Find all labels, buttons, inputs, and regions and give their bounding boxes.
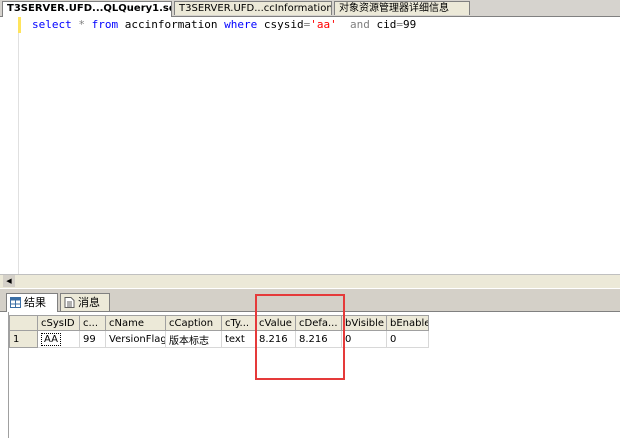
column-cid: cid [369, 18, 397, 31]
cell-benable[interactable]: 0 [386, 330, 429, 348]
column-header-benable[interactable]: bEnable [386, 315, 429, 331]
cell-ccaption[interactable]: 版本标志 [165, 330, 222, 348]
tab-results[interactable]: 结果 [6, 293, 58, 312]
table-row[interactable]: 1 AA 99 VersionFlag 版本标志 text 8.216 8.21… [9, 330, 429, 348]
column-header-csysid[interactable]: cSysID [37, 315, 80, 331]
horizontal-scrollbar[interactable] [0, 274, 620, 288]
column-header-bvisible[interactable]: bVisible [341, 315, 387, 331]
column-header-ccaption[interactable]: cCaption [165, 315, 222, 331]
cell-cname[interactable]: VersionFlag [105, 330, 166, 348]
keyword-and: and [349, 18, 370, 31]
change-indicator [18, 17, 21, 33]
sql-editor[interactable] [0, 17, 620, 274]
tab-object-explorer-details[interactable]: 对象资源管理器详细信息 [334, 1, 470, 15]
tab-messages[interactable]: 消息 [60, 293, 110, 311]
operator-equals-2: = [396, 18, 403, 31]
string-literal: 'aa' [310, 18, 337, 31]
tab-query-sql[interactable]: T3SERVER.UFD...QLQuery1.sql* [2, 1, 172, 17]
scroll-left-arrow-icon[interactable]: ◀ [3, 275, 15, 287]
results-grid: cSysID c... cName cCaption cTy... cValue… [9, 315, 429, 348]
keyword-from: from [91, 18, 119, 31]
selected-cell-value: AA [41, 332, 61, 346]
tab-messages-label: 消息 [78, 296, 100, 309]
tab-results-label: 结果 [24, 296, 46, 309]
keyword-select: select [32, 18, 72, 31]
highlight-box [255, 294, 345, 380]
tab-accinformation[interactable]: T3SERVER.UFD...ccInformation [174, 1, 332, 15]
grid-icon [10, 296, 21, 308]
keyword-where: where [224, 18, 258, 31]
cell-ctype[interactable]: text [221, 330, 256, 348]
operator-star: * [71, 18, 92, 31]
column-header-cid[interactable]: c... [79, 315, 106, 331]
editor-gutter [0, 17, 19, 274]
message-icon [64, 296, 75, 308]
number-literal: 99 [402, 18, 417, 31]
cell-cid[interactable]: 99 [79, 330, 106, 348]
column-csysid: csysid [257, 18, 304, 31]
table-identifier: accinformation [118, 18, 225, 31]
cell-bvisible[interactable]: 0 [341, 330, 387, 348]
column-header-ctype[interactable]: cTy... [221, 315, 256, 331]
column-header-cname[interactable]: cName [105, 315, 166, 331]
grid-header-row: cSysID c... cName cCaption cTy... cValue… [9, 315, 429, 331]
cell-csysid[interactable]: AA [37, 330, 80, 348]
sql-code-line[interactable]: select * from accinformation where csysi… [32, 18, 416, 32]
row-header-corner[interactable] [9, 315, 38, 331]
row-number[interactable]: 1 [9, 330, 38, 348]
